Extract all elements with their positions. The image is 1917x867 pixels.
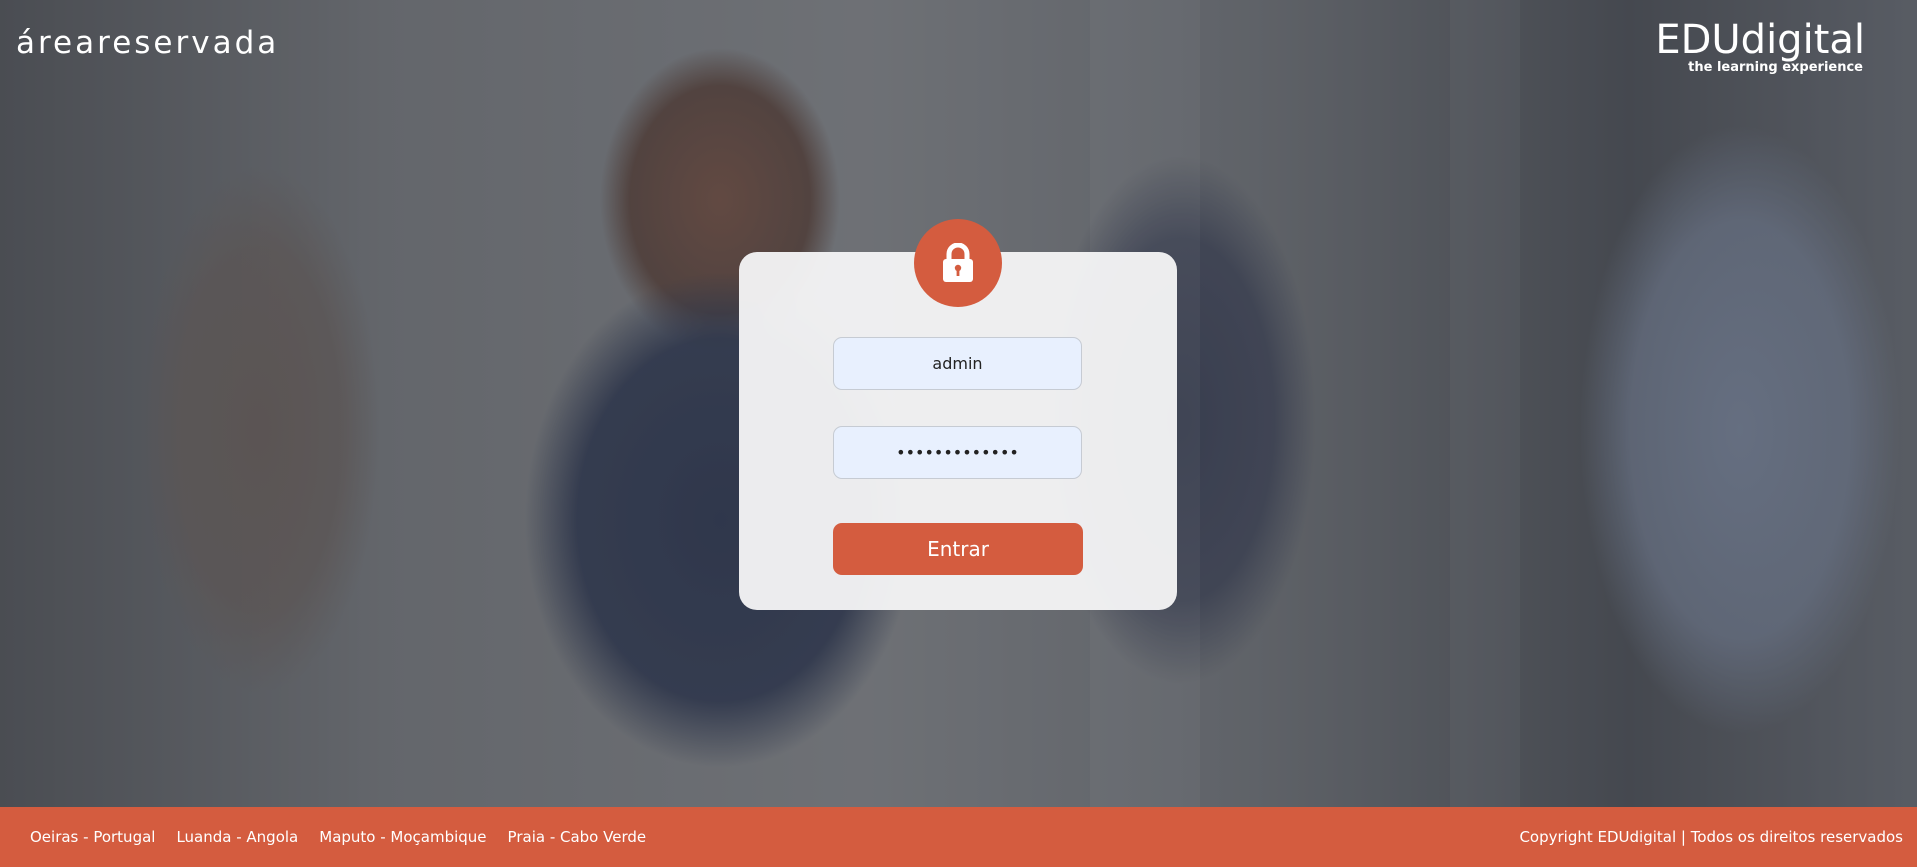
logo-main-text: EDUdigital [1655, 17, 1865, 63]
footer-location-praia: Praia - Cabo Verde [507, 828, 647, 846]
footer-location-oeiras: Oeiras - Portugal [30, 828, 156, 846]
username-input[interactable] [833, 337, 1082, 390]
footer-location-luanda: Luanda - Angola [176, 828, 299, 846]
login-page: áreareservada EDUdigital the learning ex… [0, 0, 1917, 867]
footer-location-maputo: Maputo - Moçambique [319, 828, 487, 846]
lock-badge [914, 219, 1002, 307]
login-submit-button[interactable]: Entrar [833, 523, 1083, 575]
edudigital-logo: EDUdigital the learning experience [1655, 20, 1865, 74]
password-input[interactable] [833, 426, 1082, 479]
footer-locations: Oeiras - Portugal Luanda - Angola Maputo… [30, 828, 646, 846]
lock-icon [943, 243, 973, 282]
footer-bar: Oeiras - Portugal Luanda - Angola Maputo… [0, 807, 1917, 867]
area-reservada-title: áreareservada [16, 25, 280, 61]
footer-copyright: Copyright EDUdigital | Todos os direitos… [1519, 828, 1903, 846]
